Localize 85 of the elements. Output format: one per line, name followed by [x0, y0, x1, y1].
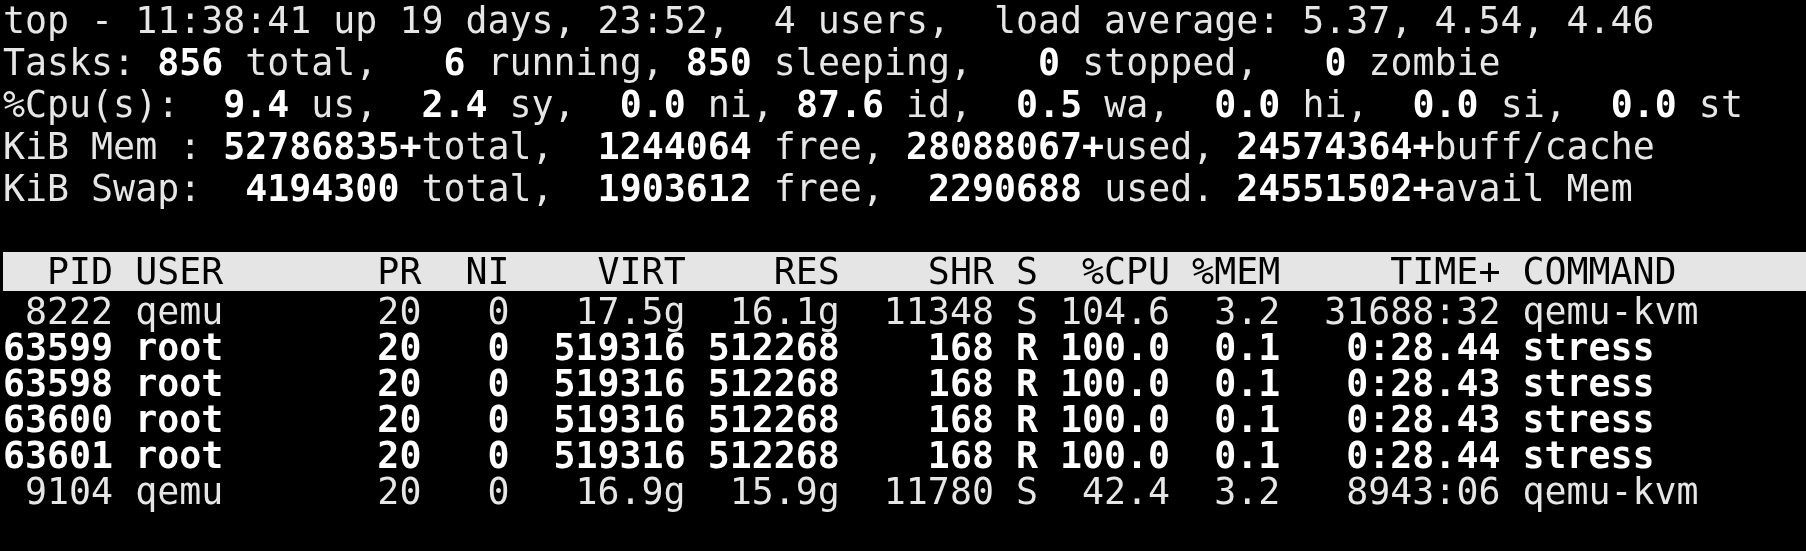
column-header: SHR: [926, 252, 994, 291]
table-cell-text: 8943:06: [1345, 474, 1501, 510]
table-cell-text: S: [1014, 294, 1038, 330]
summary-line: %Cpu(s): 9.4 us, 2.4 sy, 0.0 ni, 87.6 id, 0.5 wa, 0.0 hi, 0.0 si, 0.0 st: [3, 84, 1743, 126]
table-cell-text: 20: [376, 438, 422, 474]
table-cell-text: 11780: [882, 474, 994, 510]
table-cell-text: 0: [486, 294, 510, 330]
table-cell-text: 0:28.43: [1345, 402, 1501, 438]
table-cell-text: 519316: [552, 402, 686, 438]
table-cell-text: stress: [1521, 438, 1655, 474]
table-cell-text: 0: [486, 330, 510, 366]
column-header: NI: [464, 252, 510, 291]
table-cell-text: root: [134, 366, 225, 402]
table-cell-text: 16.1g: [729, 294, 840, 330]
column-header: VIRT: [596, 252, 686, 291]
table-cell: 63598: [3, 366, 114, 402]
table-cell-text: 8222: [25, 294, 114, 330]
table-cell-text: 0.1: [1213, 330, 1281, 366]
column-header: PR: [376, 252, 422, 291]
table-cell-text: 100.0: [1058, 438, 1171, 474]
table-cell-text: 168: [926, 366, 994, 402]
table-cell-text: 16.9g: [574, 474, 686, 510]
table-cell-text: 168: [926, 330, 994, 366]
table-cell-text: 0: [486, 402, 510, 438]
summary-line: Tasks: 856 total, 6 running, 850 sleeping, 0 stopped, 0 zombie: [3, 42, 1501, 84]
table-cell-text: R: [1014, 438, 1038, 474]
table-cell-text: 31688:32: [1323, 294, 1501, 330]
table-cell-text: 100.0: [1058, 402, 1171, 438]
table-cell-text: qemu-kvm: [1521, 474, 1700, 510]
column-header: RES: [772, 252, 840, 291]
table-cell-text: 100.0: [1058, 330, 1171, 366]
table-cell-text: 11348: [882, 294, 994, 330]
table-cell-text: 168: [927, 438, 994, 474]
table-cell-text: 20: [376, 330, 422, 366]
column-header: TIME+: [1389, 252, 1501, 291]
table-cell-text: qemu: [134, 474, 225, 510]
column-header: COMMAND: [1521, 252, 1678, 291]
table-cell-text: 0.1: [1213, 402, 1281, 438]
table-cell-text: 519316: [552, 438, 686, 474]
table-cell-text: 0: [486, 366, 510, 402]
column-header: PID: [46, 252, 114, 291]
table-cell-text: 0:28.44: [1345, 330, 1501, 366]
table-cell-text: R: [1014, 366, 1038, 402]
table-cell-text: 15.9g: [728, 474, 840, 510]
table-cell: 63600: [3, 402, 114, 438]
table-cell-text: 168: [926, 402, 994, 438]
table-cell: 63601: [3, 438, 114, 474]
column-header: %CPU: [1081, 252, 1171, 291]
table-cell-text: 20: [376, 366, 422, 402]
table-cell-text: 0.1: [1213, 366, 1281, 402]
table-cell-text: 519316: [552, 366, 686, 402]
table-cell-text: 0.1: [1213, 438, 1281, 474]
column-header: %MEM: [1191, 252, 1281, 291]
table-cell-text: 20: [376, 402, 422, 438]
table-cell-text: root: [134, 402, 225, 438]
table-cell-text: 0: [486, 438, 510, 474]
table-cell-text: 0: [486, 474, 510, 510]
table-cell-text: stress: [1521, 402, 1656, 438]
table-cell-text: S: [1014, 474, 1038, 510]
table-cell-text: 0:28.44: [1345, 438, 1501, 474]
column-header: S: [1014, 252, 1038, 291]
table-cell-text: 3.2: [1213, 294, 1281, 330]
table-cell-text: 512268: [706, 438, 840, 474]
table-cell-text: 104.6: [1058, 294, 1171, 330]
table-cell: 63599: [3, 330, 114, 366]
table-cell-text: R: [1014, 330, 1038, 366]
table-cell-text: 9104: [24, 474, 114, 510]
table-cell-text: R: [1014, 402, 1038, 438]
table-cell-text: 20: [376, 474, 422, 510]
table-cell-text: stress: [1521, 366, 1656, 402]
table-cell-text: qemu: [134, 294, 225, 330]
table-cell-text: 42.4: [1081, 474, 1171, 510]
summary-line: KiB Swap: 4194300 total, 1903612 free, 2290688 used. 24551502+avail Mem: [3, 168, 1633, 210]
column-header: USER: [134, 252, 225, 291]
table-cell-text: 100.0: [1058, 366, 1171, 402]
table-cell-text: 512268: [706, 402, 840, 438]
summary-line: KiB Mem : 52786835+total, 1244064 free, 28088067+used, 24574364+buff/cache: [3, 126, 1655, 168]
table-cell-text: 17.5g: [575, 294, 686, 330]
table-cell-text: 20: [376, 294, 422, 330]
table-cell-text: qemu-kvm: [1521, 294, 1700, 330]
table-cell-text: 0:28.43: [1345, 366, 1501, 402]
summary-line: top - 11:38:41 up 19 days, 23:52, 4 users, load average: 5.37, 4.54, 4.46: [3, 0, 1655, 42]
table-cell-text: root: [134, 438, 225, 474]
table-cell-text: 3.2: [1213, 474, 1281, 510]
table-cell-text: 512268: [706, 366, 840, 402]
